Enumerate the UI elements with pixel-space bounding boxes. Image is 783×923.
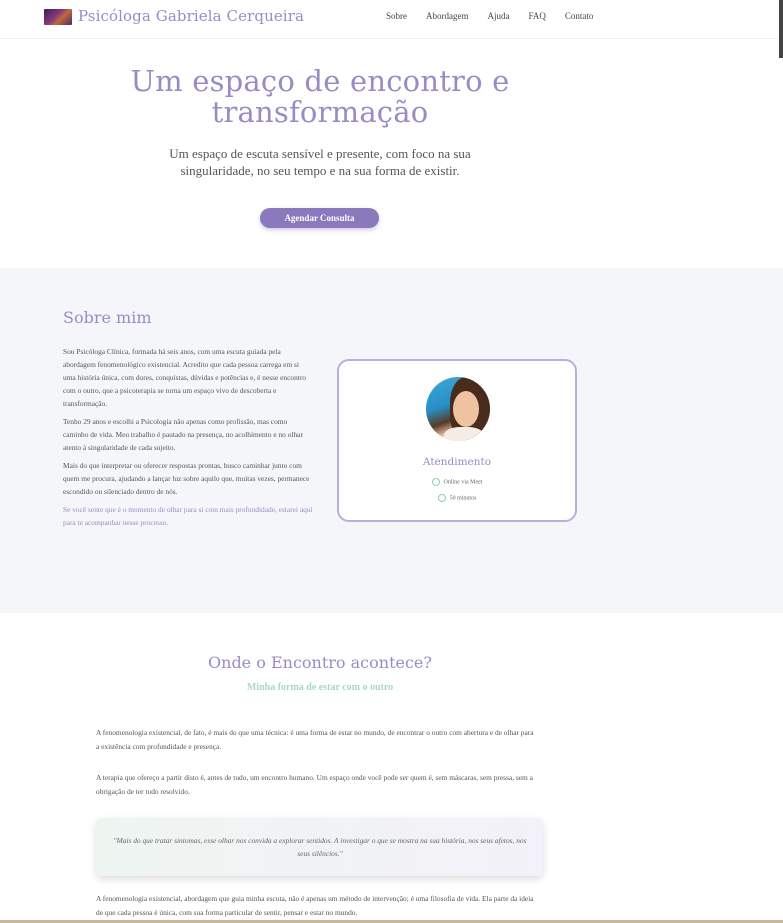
quote-block: "Mais do que tratar sintomas, esse olhar… — [96, 818, 543, 876]
about-paragraph: Mais do que interpretar ou oferecer resp… — [63, 461, 310, 496]
brand-logo-image[interactable] — [44, 9, 72, 25]
encounter-title: Onde o Encontro acontece? — [208, 653, 432, 672]
main-nav: Sobre Abordagem Ajuda FAQ Contato — [386, 11, 612, 21]
schedule-appointment-button[interactable]: Agendar Consulta — [260, 208, 379, 228]
encounter-paragraph: A fenomenologia existencial, de fato, é … — [96, 728, 534, 751]
clock-icon — [437, 494, 446, 502]
service-duration: 50 minutos — [449, 495, 477, 502]
service-duration-row: 50 minutos — [339, 494, 575, 502]
encounter-subtitle: Minha forma de estar com o outro — [246, 682, 394, 693]
chat-bubble-icon — [431, 478, 440, 486]
brand-name[interactable]: Psicóloga Gabriela Cerqueira — [78, 7, 304, 25]
nav-link-sobre[interactable]: Sobre — [386, 11, 407, 21]
nav-link-contato[interactable]: Contato — [565, 11, 594, 21]
nav-link-abordagem[interactable]: Abordagem — [426, 11, 469, 21]
service-mode: Online via Meet — [443, 479, 483, 486]
window-scrollbar[interactable] — [779, 0, 783, 58]
encounter-paragraph: A terapia que ofereço a partir disto é, … — [96, 773, 533, 796]
encounter-paragraph: A fenomenologia existencial, abordagem q… — [96, 894, 534, 917]
about-invitation: Se você sente que é o momento de olhar p… — [63, 505, 313, 527]
about-title: Sobre mim — [63, 308, 152, 327]
nav-link-ajuda[interactable]: Ajuda — [488, 11, 510, 21]
about-paragraph: Sou Psicóloga Clínica, formada há seis a… — [63, 347, 306, 408]
profile-photo — [426, 377, 490, 441]
site-header: Psicóloga Gabriela Cerqueira Sobre Abord… — [0, 0, 783, 39]
service-card: Atendimento Online via Meet 50 minutos — [337, 359, 577, 522]
quote-text: "Mais do que tratar sintomas, esse olhar… — [113, 836, 527, 858]
nav-link-faq[interactable]: FAQ — [529, 11, 546, 21]
service-card-title: Atendimento — [422, 456, 492, 468]
about-paragraph: Tenho 29 anos e escolhi a Psicologia não… — [63, 417, 303, 452]
hero-title: Um espaço de encontro e transformação — [130, 64, 510, 129]
hero-subtitle: Um espaço de escuta sensível e presente,… — [169, 146, 471, 178]
about-text: Sou Psicóloga Clínica, formada há seis a… — [63, 345, 313, 534]
service-mode-row: Online via Meet — [339, 478, 575, 486]
about-section: Sobre mim Sou Psicóloga Clínica, formada… — [0, 268, 783, 613]
